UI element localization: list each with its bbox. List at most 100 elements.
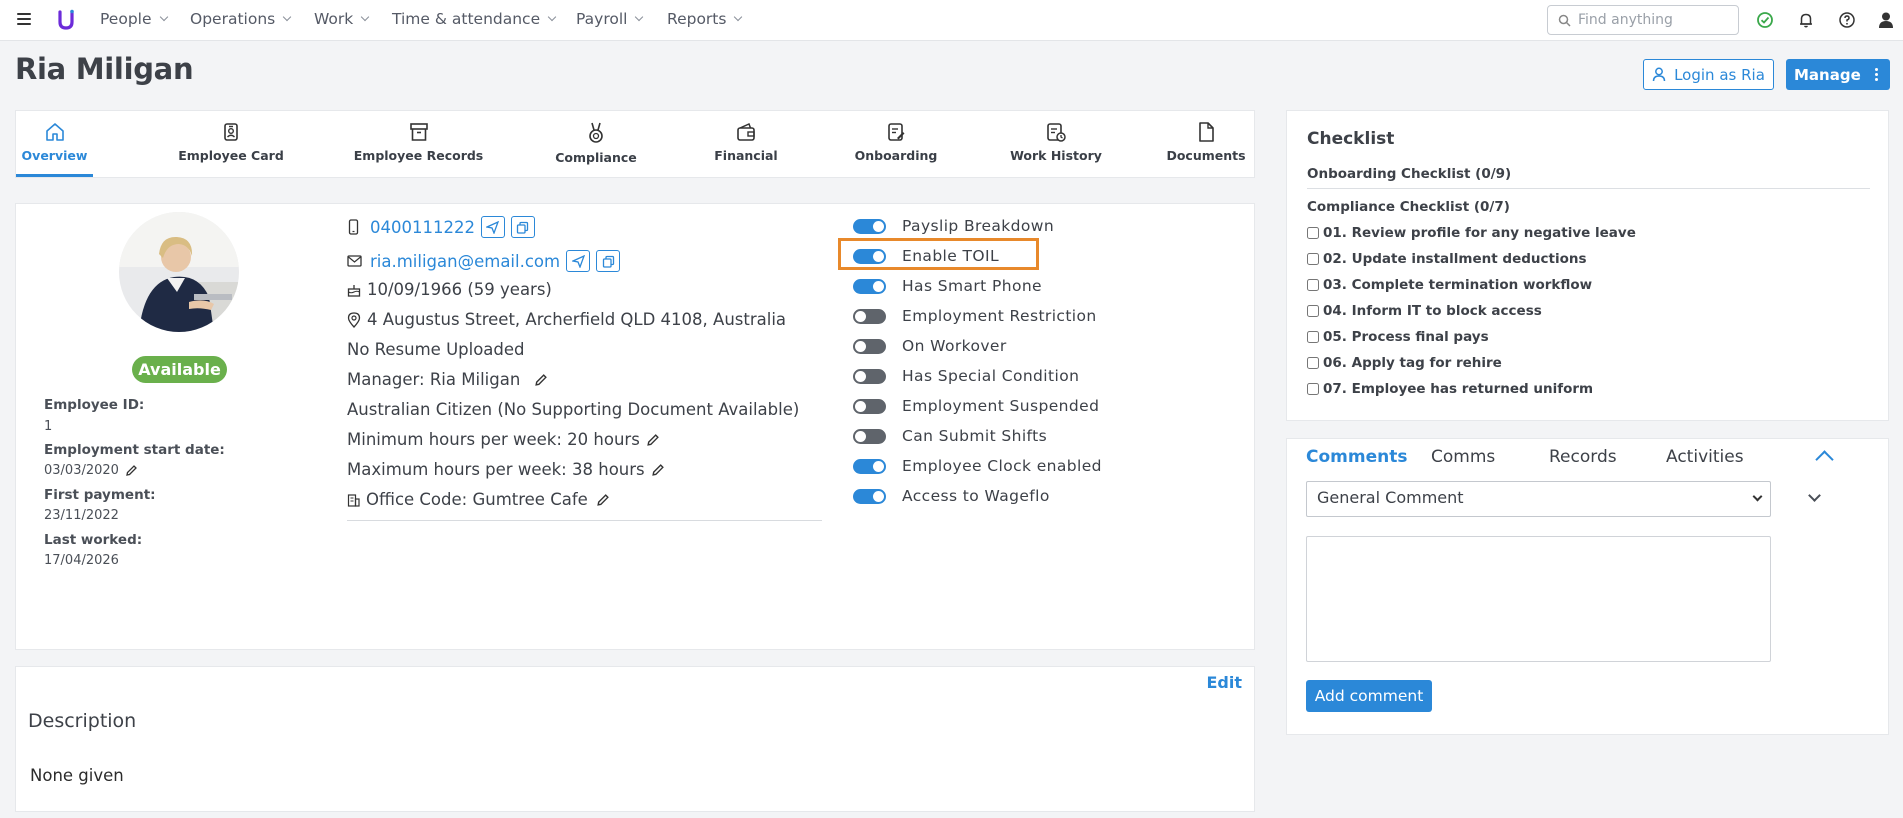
checklist-title: Checklist xyxy=(1307,129,1395,149)
toggle-switch[interactable] xyxy=(853,488,886,504)
toggle-employee-clock-enabled[interactable]: Employee Clock enabled xyxy=(853,457,1102,475)
checklist-item[interactable]: 01. Review profile for any negative leav… xyxy=(1307,225,1636,241)
toggle-has-special-condition[interactable]: Has Special Condition xyxy=(853,367,1079,385)
pencil-icon[interactable] xyxy=(646,433,660,447)
menu-time-attendance[interactable]: Time & attendance xyxy=(392,10,557,28)
search-input[interactable] xyxy=(1578,10,1733,30)
search-box[interactable] xyxy=(1547,5,1739,35)
checklist-checkbox[interactable] xyxy=(1307,383,1319,395)
checklist-item[interactable]: 06. Apply tag for rehire xyxy=(1307,355,1502,371)
checklist-checkbox[interactable] xyxy=(1307,227,1319,239)
phone-row: 0400111222 xyxy=(347,216,535,238)
tab-comments[interactable]: Comments xyxy=(1306,447,1407,467)
bell-icon[interactable] xyxy=(1797,11,1815,29)
pencil-icon[interactable] xyxy=(125,464,138,477)
collapse-chevron-up-icon[interactable] xyxy=(1815,450,1834,469)
email-row: ria.miligan@email.com xyxy=(347,250,621,272)
profile-photo xyxy=(119,212,239,332)
expand-chevron-down-icon[interactable] xyxy=(1808,489,1821,502)
menu-payroll[interactable]: Payroll xyxy=(576,10,644,28)
checklist-item-label: 02. Update installment deductions xyxy=(1323,251,1587,267)
checklist-checkbox[interactable] xyxy=(1307,253,1319,265)
toggle-switch[interactable] xyxy=(853,308,886,324)
toggle-payslip-breakdown[interactable]: Payslip Breakdown xyxy=(853,217,1054,235)
checklist-checkbox[interactable] xyxy=(1307,331,1319,343)
login-as-button[interactable]: Login as Ria xyxy=(1643,59,1774,90)
user-avatar-icon[interactable] xyxy=(1877,11,1895,29)
start-date-text: 03/03/2020 xyxy=(44,463,119,478)
tab-employee-card[interactable]: Employee Card xyxy=(168,121,294,163)
tab-employee-records[interactable]: Employee Records xyxy=(346,121,491,163)
pencil-icon[interactable] xyxy=(534,373,548,387)
first-payment-text: 23/11/2022 xyxy=(44,508,119,523)
tab-compliance[interactable]: Compliance xyxy=(541,121,651,165)
menu-operations[interactable]: Operations xyxy=(190,10,292,28)
logo-icon[interactable] xyxy=(57,9,75,31)
email-link[interactable]: ria.miligan@email.com xyxy=(370,252,560,271)
tab-comms[interactable]: Comms xyxy=(1431,447,1495,467)
compliance-checklist-link[interactable]: Compliance Checklist (0/7) xyxy=(1307,199,1510,215)
copy-email-button[interactable] xyxy=(596,250,621,272)
tab-work-history[interactable]: Work History xyxy=(1001,121,1111,163)
toggle-employment-restriction[interactable]: Employment Restriction xyxy=(853,307,1097,325)
checklist-checkbox[interactable] xyxy=(1307,305,1319,317)
archive-icon xyxy=(409,123,428,141)
checklist-checkbox[interactable] xyxy=(1307,279,1319,291)
manage-button[interactable]: Manage xyxy=(1786,59,1890,90)
copy-phone-button[interactable] xyxy=(510,216,535,238)
menu-work[interactable]: Work xyxy=(314,10,370,28)
max-hours-row: Maximum hours per week: 38 hours xyxy=(347,460,665,479)
toggle-switch[interactable] xyxy=(853,338,886,354)
last-worked-label: Last worked: xyxy=(44,532,143,548)
toggle-switch[interactable] xyxy=(853,218,886,234)
add-comment-button[interactable]: Add comment xyxy=(1306,680,1432,712)
tab-records[interactable]: Records xyxy=(1549,447,1617,467)
toggle-switch[interactable] xyxy=(853,398,886,414)
toggle-has-smart-phone[interactable]: Has Smart Phone xyxy=(853,277,1042,295)
tab-financial[interactable]: Financial xyxy=(696,121,796,163)
tab-label: Documents xyxy=(1166,148,1246,163)
toggle-switch[interactable] xyxy=(853,458,886,474)
onboarding-checklist-link[interactable]: Onboarding Checklist (0/9) xyxy=(1307,166,1511,182)
phone-link[interactable]: 0400111222 xyxy=(370,218,475,237)
toggle-switch[interactable] xyxy=(853,368,886,384)
tab-activities[interactable]: Activities xyxy=(1666,447,1744,467)
send-sms-button[interactable] xyxy=(480,216,505,238)
copy-icon xyxy=(517,221,529,234)
comment-type-select[interactable]: General Comment xyxy=(1306,481,1771,517)
checklist-checkbox[interactable] xyxy=(1307,357,1319,369)
tab-onboarding[interactable]: Onboarding xyxy=(841,121,951,163)
toggle-can-submit-shifts[interactable]: Can Submit Shifts xyxy=(853,427,1047,445)
info-divider xyxy=(347,520,822,521)
checklist-item[interactable]: 03. Complete termination workflow xyxy=(1307,277,1592,293)
min-hours-row: Minimum hours per week: 20 hours xyxy=(347,430,660,449)
toggle-switch[interactable] xyxy=(853,278,886,294)
checklist-item[interactable]: 07. Employee has returned uniform xyxy=(1307,381,1593,397)
address-text: 4 Augustus Street, Archerfield QLD 4108,… xyxy=(367,310,787,329)
pencil-icon[interactable] xyxy=(651,463,665,477)
employee-id-label: Employee ID: xyxy=(44,397,145,413)
toggle-employment-suspended[interactable]: Employment Suspended xyxy=(853,397,1099,415)
checklist-item[interactable]: 04. Inform IT to block access xyxy=(1307,303,1542,319)
checklist-item[interactable]: 05. Process final pays xyxy=(1307,329,1489,345)
menu-reports[interactable]: Reports xyxy=(667,10,743,28)
edit-description-link[interactable]: Edit xyxy=(1206,673,1242,692)
chevron-down-icon xyxy=(547,12,557,22)
status-check-icon[interactable] xyxy=(1756,11,1774,29)
tab-overview[interactable]: Overview xyxy=(16,121,93,163)
manager-text: Manager: Ria Miligan xyxy=(347,370,521,389)
toggle-on-workover[interactable]: On Workover xyxy=(853,337,1007,355)
tab-documents[interactable]: Documents xyxy=(1156,121,1256,163)
dob-text: 10/09/1966 (59 years) xyxy=(367,280,552,299)
edit-doc-icon xyxy=(888,123,905,141)
toggle-switch[interactable] xyxy=(853,428,886,444)
comment-textarea[interactable] xyxy=(1306,536,1771,662)
location-pin-icon xyxy=(347,311,361,328)
menu-people[interactable]: People xyxy=(100,10,168,28)
pencil-icon[interactable] xyxy=(596,493,610,507)
help-icon[interactable] xyxy=(1838,11,1856,29)
checklist-item[interactable]: 02. Update installment deductions xyxy=(1307,251,1587,267)
toggle-access-to-wageflo[interactable]: Access to Wageflo xyxy=(853,487,1050,505)
hamburger-menu-icon[interactable] xyxy=(17,13,31,25)
send-email-button[interactable] xyxy=(566,250,591,272)
